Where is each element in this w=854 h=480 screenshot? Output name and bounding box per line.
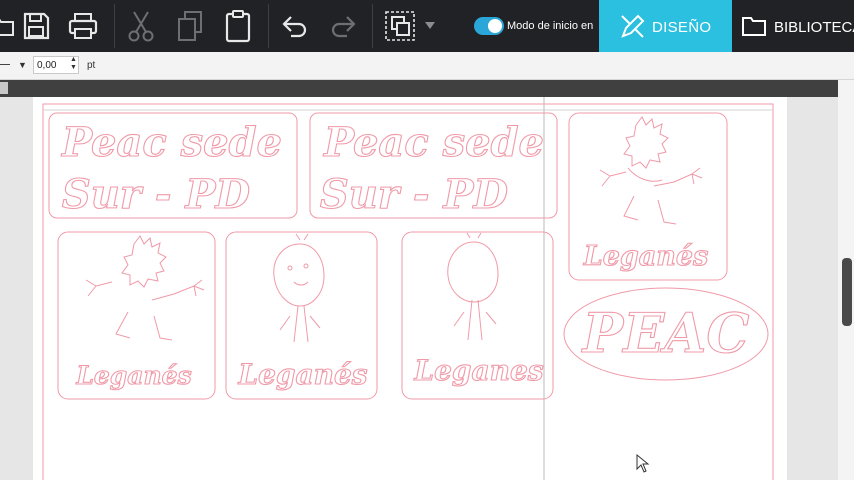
leganes-label-2: Leganés — [75, 361, 191, 390]
scrollbar-thumb[interactable] — [842, 258, 852, 326]
sign-1-line-1: Peac sede — [61, 119, 282, 166]
leganes-label-4: Leganes — [413, 354, 543, 387]
balloon-figure-drawing-2 — [447, 232, 499, 341]
running-child-drawing-1 — [599, 116, 703, 225]
balloon-figure-drawing-1 — [273, 233, 325, 343]
running-child-drawing-2 — [85, 235, 205, 341]
sign-2-line-2: Sur - PD — [320, 171, 509, 218]
mouse-pointer-icon — [636, 454, 650, 473]
peac-oval-text: PEAC — [581, 301, 750, 365]
design-canvas[interactable]: Peac sede Sur - PD Peac sede Sur - PD Le… — [0, 0, 854, 480]
sign-1-line-2: Sur - PD — [62, 171, 251, 218]
leganes-label-1: Leganés — [583, 241, 709, 272]
sign-2-line-1: Peac sede — [323, 119, 544, 166]
leganes-label-3: Leganés — [237, 358, 367, 391]
